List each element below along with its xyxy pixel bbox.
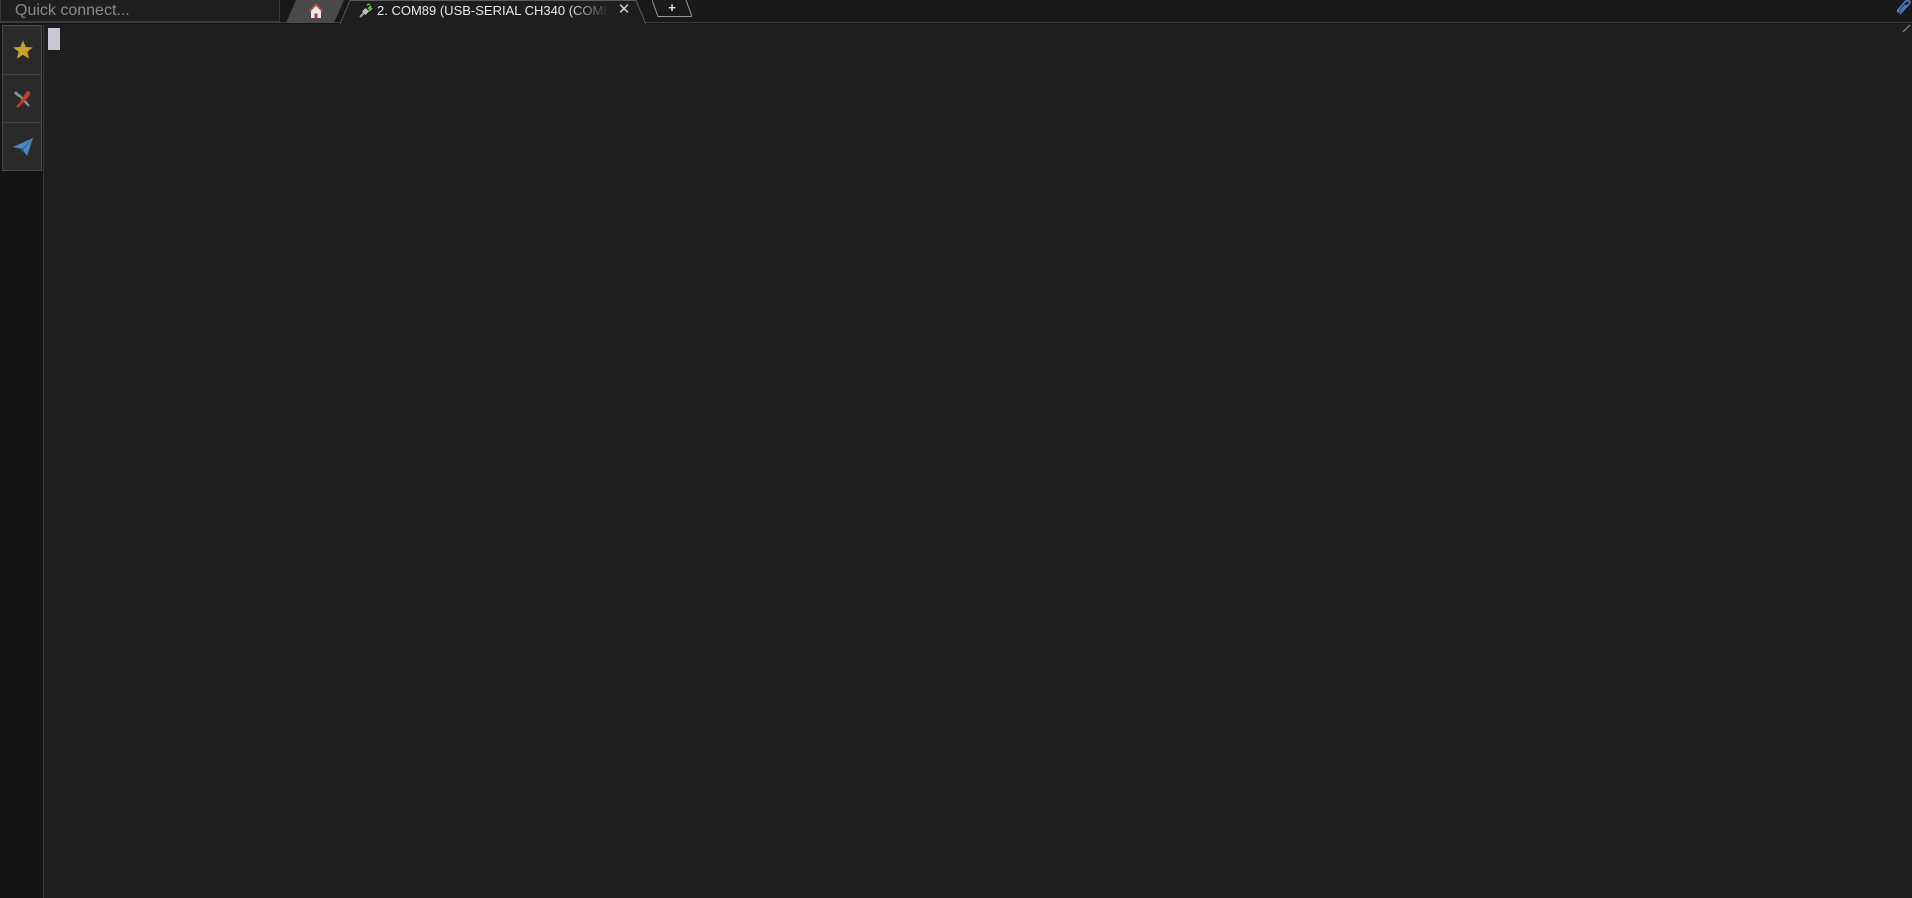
tools-button[interactable] <box>3 74 41 122</box>
new-tab-button[interactable]: + <box>652 0 692 17</box>
macros-button[interactable] <box>3 122 41 170</box>
terminal-area[interactable] <box>43 24 1912 898</box>
tools-icon <box>14 91 31 108</box>
tab-home[interactable] <box>286 0 344 23</box>
plus-icon: + <box>668 0 676 15</box>
paperclip-icon[interactable] <box>1894 0 1912 16</box>
star-icon <box>13 40 33 59</box>
tab-bar: 2. COM89 (USB-SERIAL CH340 (COM89)) ✕ + <box>0 0 1912 24</box>
mobaxterm-window: 2. COM89 (USB-SERIAL CH340 (COM89)) ✕ + <box>0 0 1912 898</box>
side-toolbar <box>2 25 42 171</box>
sessions-button[interactable] <box>3 26 41 74</box>
serial-plug-icon <box>359 3 373 18</box>
quick-connect-input[interactable] <box>0 0 280 22</box>
tab-com89[interactable]: 2. COM89 (USB-SERIAL CH340 (COM89)) ✕ <box>340 0 646 24</box>
scroll-up-icon[interactable] <box>1902 24 1912 34</box>
home-icon <box>309 4 323 18</box>
terminal-cursor <box>48 28 60 50</box>
close-tab-icon[interactable]: ✕ <box>617 1 631 19</box>
paper-plane-icon <box>13 138 33 156</box>
tab-label-fade <box>570 2 610 20</box>
